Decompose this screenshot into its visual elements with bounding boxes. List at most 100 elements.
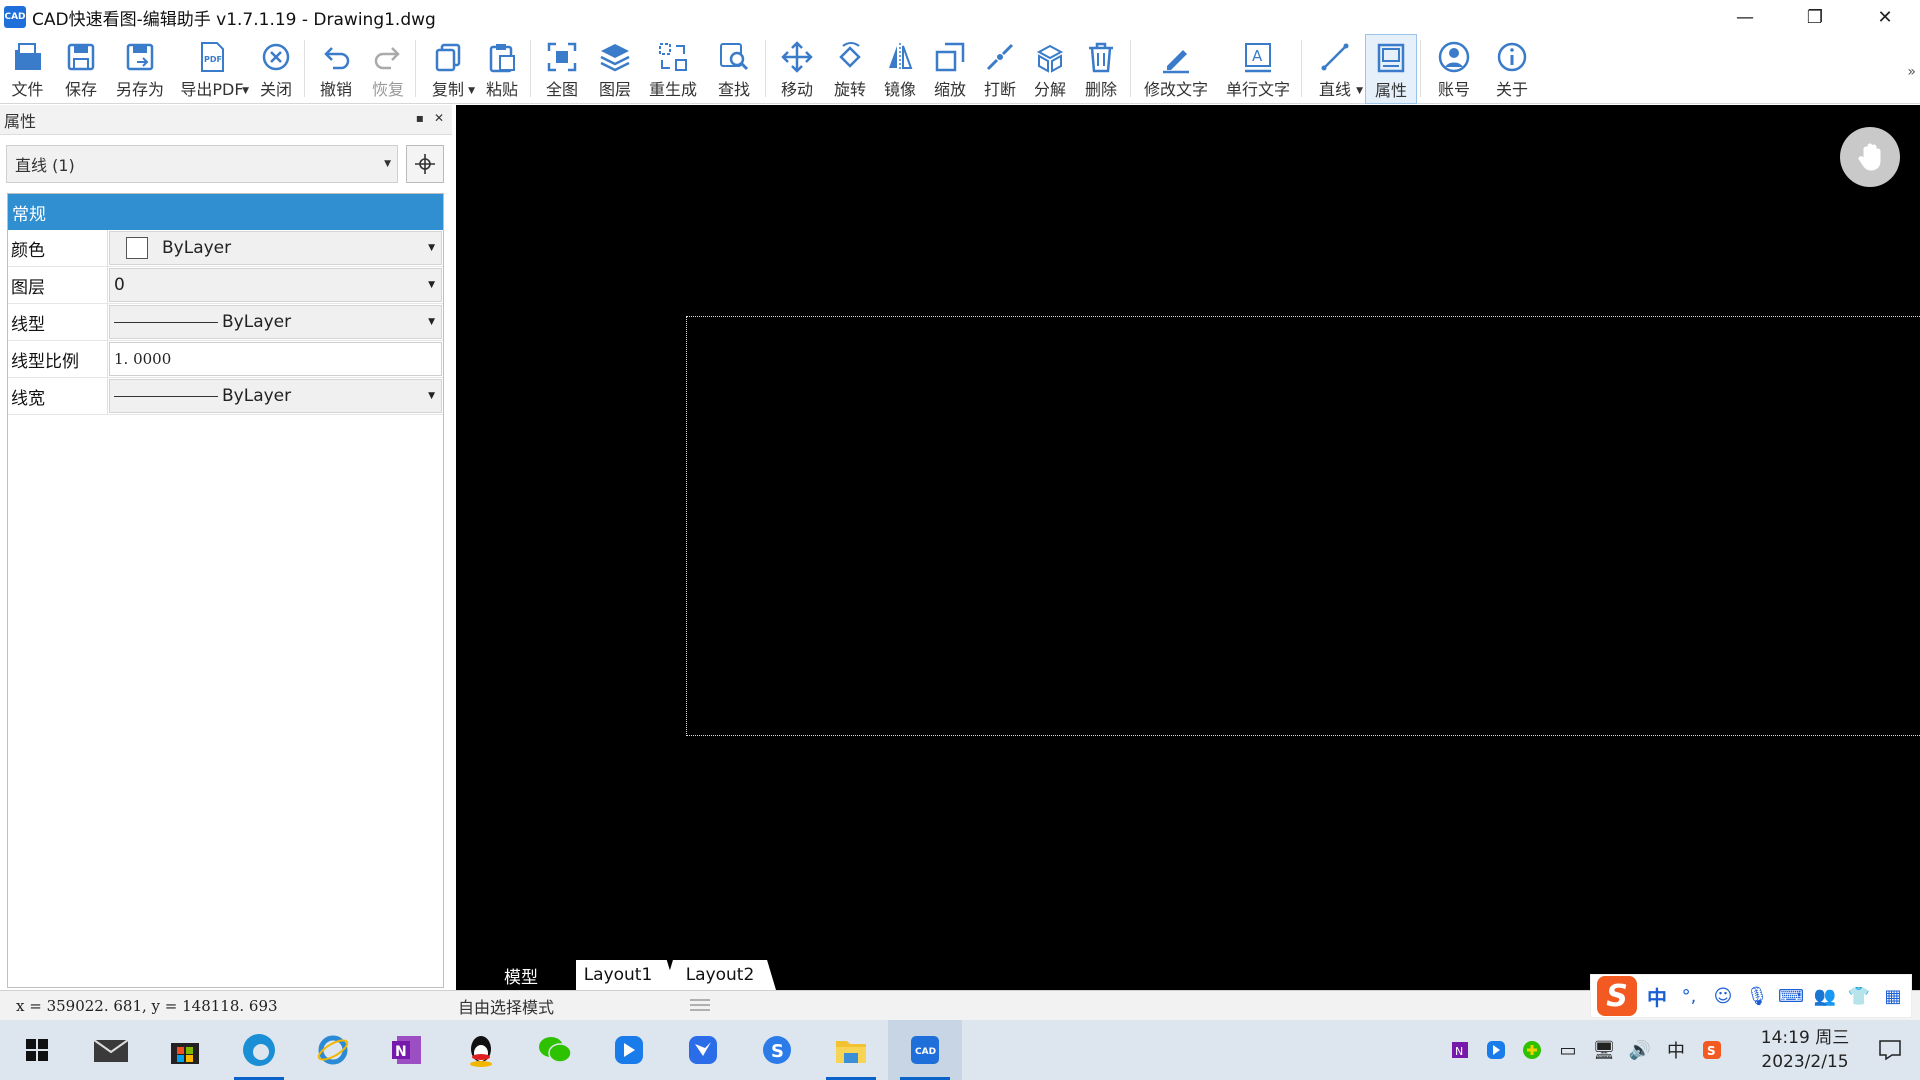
toolbar-button-mirror[interactable]: 镜像 (875, 34, 925, 104)
quick-select-button[interactable] (406, 145, 444, 183)
taskbar-ie[interactable] (296, 1020, 370, 1080)
ime-lang-toggle[interactable]: 中 (1647, 982, 1667, 1011)
toolbar-button-account[interactable]: 账号 (1424, 34, 1484, 104)
panel-close-button[interactable]: ✕ (434, 111, 444, 125)
grid-icon[interactable]: ▦ (1881, 984, 1905, 1008)
ltscale-input[interactable]: 1. 0000 (109, 342, 442, 376)
tray-feishu-icon[interactable] (1478, 1020, 1514, 1080)
toolbar-label: 图层 (598, 80, 631, 99)
taskbar-qq[interactable] (444, 1020, 518, 1080)
toolbar-button-single-line-text[interactable]: A 单行文字 (1218, 34, 1298, 104)
taskbar-store[interactable] (148, 1020, 222, 1080)
regen-icon (659, 43, 687, 71)
lineweight-preview (114, 395, 218, 397)
panel-float-button[interactable]: ▪ (416, 111, 424, 125)
skin-icon[interactable]: 👕 (1847, 984, 1871, 1008)
microphone-icon[interactable]: 🎙 (1745, 984, 1769, 1008)
tab-model[interactable]: 模型 (466, 960, 576, 990)
toolbar-button-rotate[interactable]: 旋转 (825, 34, 875, 104)
toolbar-button-zoom-extents[interactable]: 全图 (534, 34, 590, 104)
tab-layout2[interactable]: Layout2 (664, 960, 776, 990)
toolbar-button-line[interactable]: 直线 ▼ (1305, 34, 1365, 104)
color-dropdown[interactable]: ByLayer ▼ (109, 231, 442, 265)
prop-name-linetype: 线型 (8, 304, 108, 340)
toolbar-label: 保存 (64, 80, 97, 99)
network-icon[interactable]: 🖥 (1586, 1020, 1622, 1080)
lineweight-dropdown[interactable]: ByLayer ▼ (109, 379, 442, 413)
toolbar-button-delete[interactable]: 删除 (1075, 34, 1127, 104)
tab-layout1[interactable]: Layout1 (560, 960, 676, 990)
toolbar-button-undo[interactable]: 撤销 (308, 34, 364, 104)
start-button[interactable] (0, 1020, 74, 1080)
explode-icon (1036, 44, 1064, 73)
tray-sogou-icon[interactable]: S (1694, 1020, 1730, 1080)
selection-mode-label: 自由选择模式 (458, 997, 555, 1017)
taskbar-cad-viewer[interactable]: CAD (888, 1020, 962, 1080)
cad-app-icon: CAD (911, 1036, 939, 1064)
taskbar-onenote[interactable]: N (370, 1020, 444, 1080)
taskbar-edge[interactable] (222, 1020, 296, 1080)
toolbar-button-close-circle[interactable]: 关闭 (251, 34, 301, 104)
export-pdf-icon: PDF (201, 42, 224, 72)
toolbar-button-properties[interactable]: 属性 (1365, 34, 1417, 104)
taskbar-wechat[interactable] (518, 1020, 592, 1080)
toolbar-label: 撤销 (319, 80, 352, 99)
pan-button[interactable] (1840, 127, 1900, 187)
user-icon[interactable]: 👥 (1813, 984, 1837, 1008)
taskbar-lark[interactable] (666, 1020, 740, 1080)
battery-icon[interactable]: ▭ (1550, 1020, 1586, 1080)
properties-panel: 属性 ▪ ✕ 直线 (1) ▼ 常规 颜色 ByLayer ▼ 图层 0 ▼ 线… (0, 105, 452, 990)
toolbar-button-edit-text[interactable]: 修改文字 (1134, 34, 1218, 104)
taskbar-sogou-browser[interactable]: S (740, 1020, 814, 1080)
toolbar-button-scale[interactable]: 缩放 (925, 34, 975, 104)
object-type-select[interactable]: 直线 (1) ▼ (6, 145, 398, 183)
volume-icon[interactable]: 🔊 (1622, 1020, 1658, 1080)
toolbar-button-paste[interactable]: 粘贴 (477, 34, 527, 104)
category-general[interactable]: 常规 (8, 194, 443, 230)
toolbar-overflow-button[interactable]: » (1907, 64, 1916, 80)
tray-onenote-icon[interactable]: N (1442, 1020, 1478, 1080)
taskbar-feishu[interactable] (592, 1020, 666, 1080)
sogou-browser-icon: S (763, 1036, 791, 1064)
selected-line-entity[interactable] (686, 316, 1920, 736)
toolbar-button-open-file[interactable]: 文件 (0, 34, 55, 104)
clock-time: 14:19 周三 (1760, 1028, 1850, 1048)
toolbar-button-move[interactable]: 移动 (769, 34, 825, 104)
arrow-app-icon (615, 1036, 643, 1064)
clock[interactable]: 14:19 周三 2023/2/15 (1750, 1026, 1860, 1074)
toolbar-button-about[interactable]: 关于 (1484, 34, 1540, 104)
sogou-logo-icon[interactable]: S (1597, 976, 1637, 1016)
restore-button[interactable]: ❐ (1780, 0, 1850, 34)
svg-text:N: N (395, 1044, 407, 1060)
ie-icon (317, 1035, 349, 1065)
minimize-button[interactable]: — (1710, 0, 1780, 34)
layers-icon (600, 44, 630, 72)
drawing-canvas[interactable] (456, 105, 1920, 960)
toolbar-button-save-as[interactable]: 另存为 (107, 34, 173, 104)
property-grid: 常规 颜色 ByLayer ▼ 图层 0 ▼ 线型 ByLayer ▼ 线型比例… (7, 193, 444, 988)
ime-punct-toggle[interactable]: °, (1677, 984, 1701, 1008)
emoji-icon[interactable]: ☺ (1711, 984, 1735, 1008)
toolbar-button-layers[interactable]: 图层 (590, 34, 640, 104)
toolbar-button-break[interactable]: 打断 (975, 34, 1025, 104)
linetype-dropdown[interactable]: ByLayer ▼ (109, 305, 442, 339)
taskbar-explorer[interactable] (814, 1020, 888, 1080)
tray-plus-icon[interactable] (1514, 1020, 1550, 1080)
keyboard-icon[interactable]: ⌨ (1778, 984, 1804, 1008)
toolbar-button-save[interactable]: 保存 (55, 34, 107, 104)
toolbar-button-find[interactable]: 查找 (706, 34, 762, 104)
toolbar-button-explode[interactable]: 分解 (1025, 34, 1075, 104)
lineweight-value: ByLayer (222, 386, 292, 406)
tray-lang-indicator[interactable]: 中 (1658, 1020, 1694, 1080)
chevron-down-icon: ▼ (242, 86, 249, 96)
store-icon (171, 1043, 199, 1064)
notification-button[interactable] (1860, 1039, 1920, 1061)
toolbar-button-copy[interactable]: 复制 ▼ (419, 34, 477, 104)
layer-dropdown[interactable]: 0 ▼ (109, 268, 442, 302)
toolbar-button-redo[interactable]: 恢复 (364, 34, 412, 104)
toolbar-button-regen[interactable]: 重生成 (640, 34, 706, 104)
menu-lines-icon[interactable] (688, 997, 712, 1015)
taskbar-mail[interactable] (74, 1020, 148, 1080)
close-window-button[interactable]: ✕ (1850, 0, 1920, 34)
toolbar-button-export-pdf[interactable]: PDF 导出PDF ▼ (173, 34, 251, 104)
